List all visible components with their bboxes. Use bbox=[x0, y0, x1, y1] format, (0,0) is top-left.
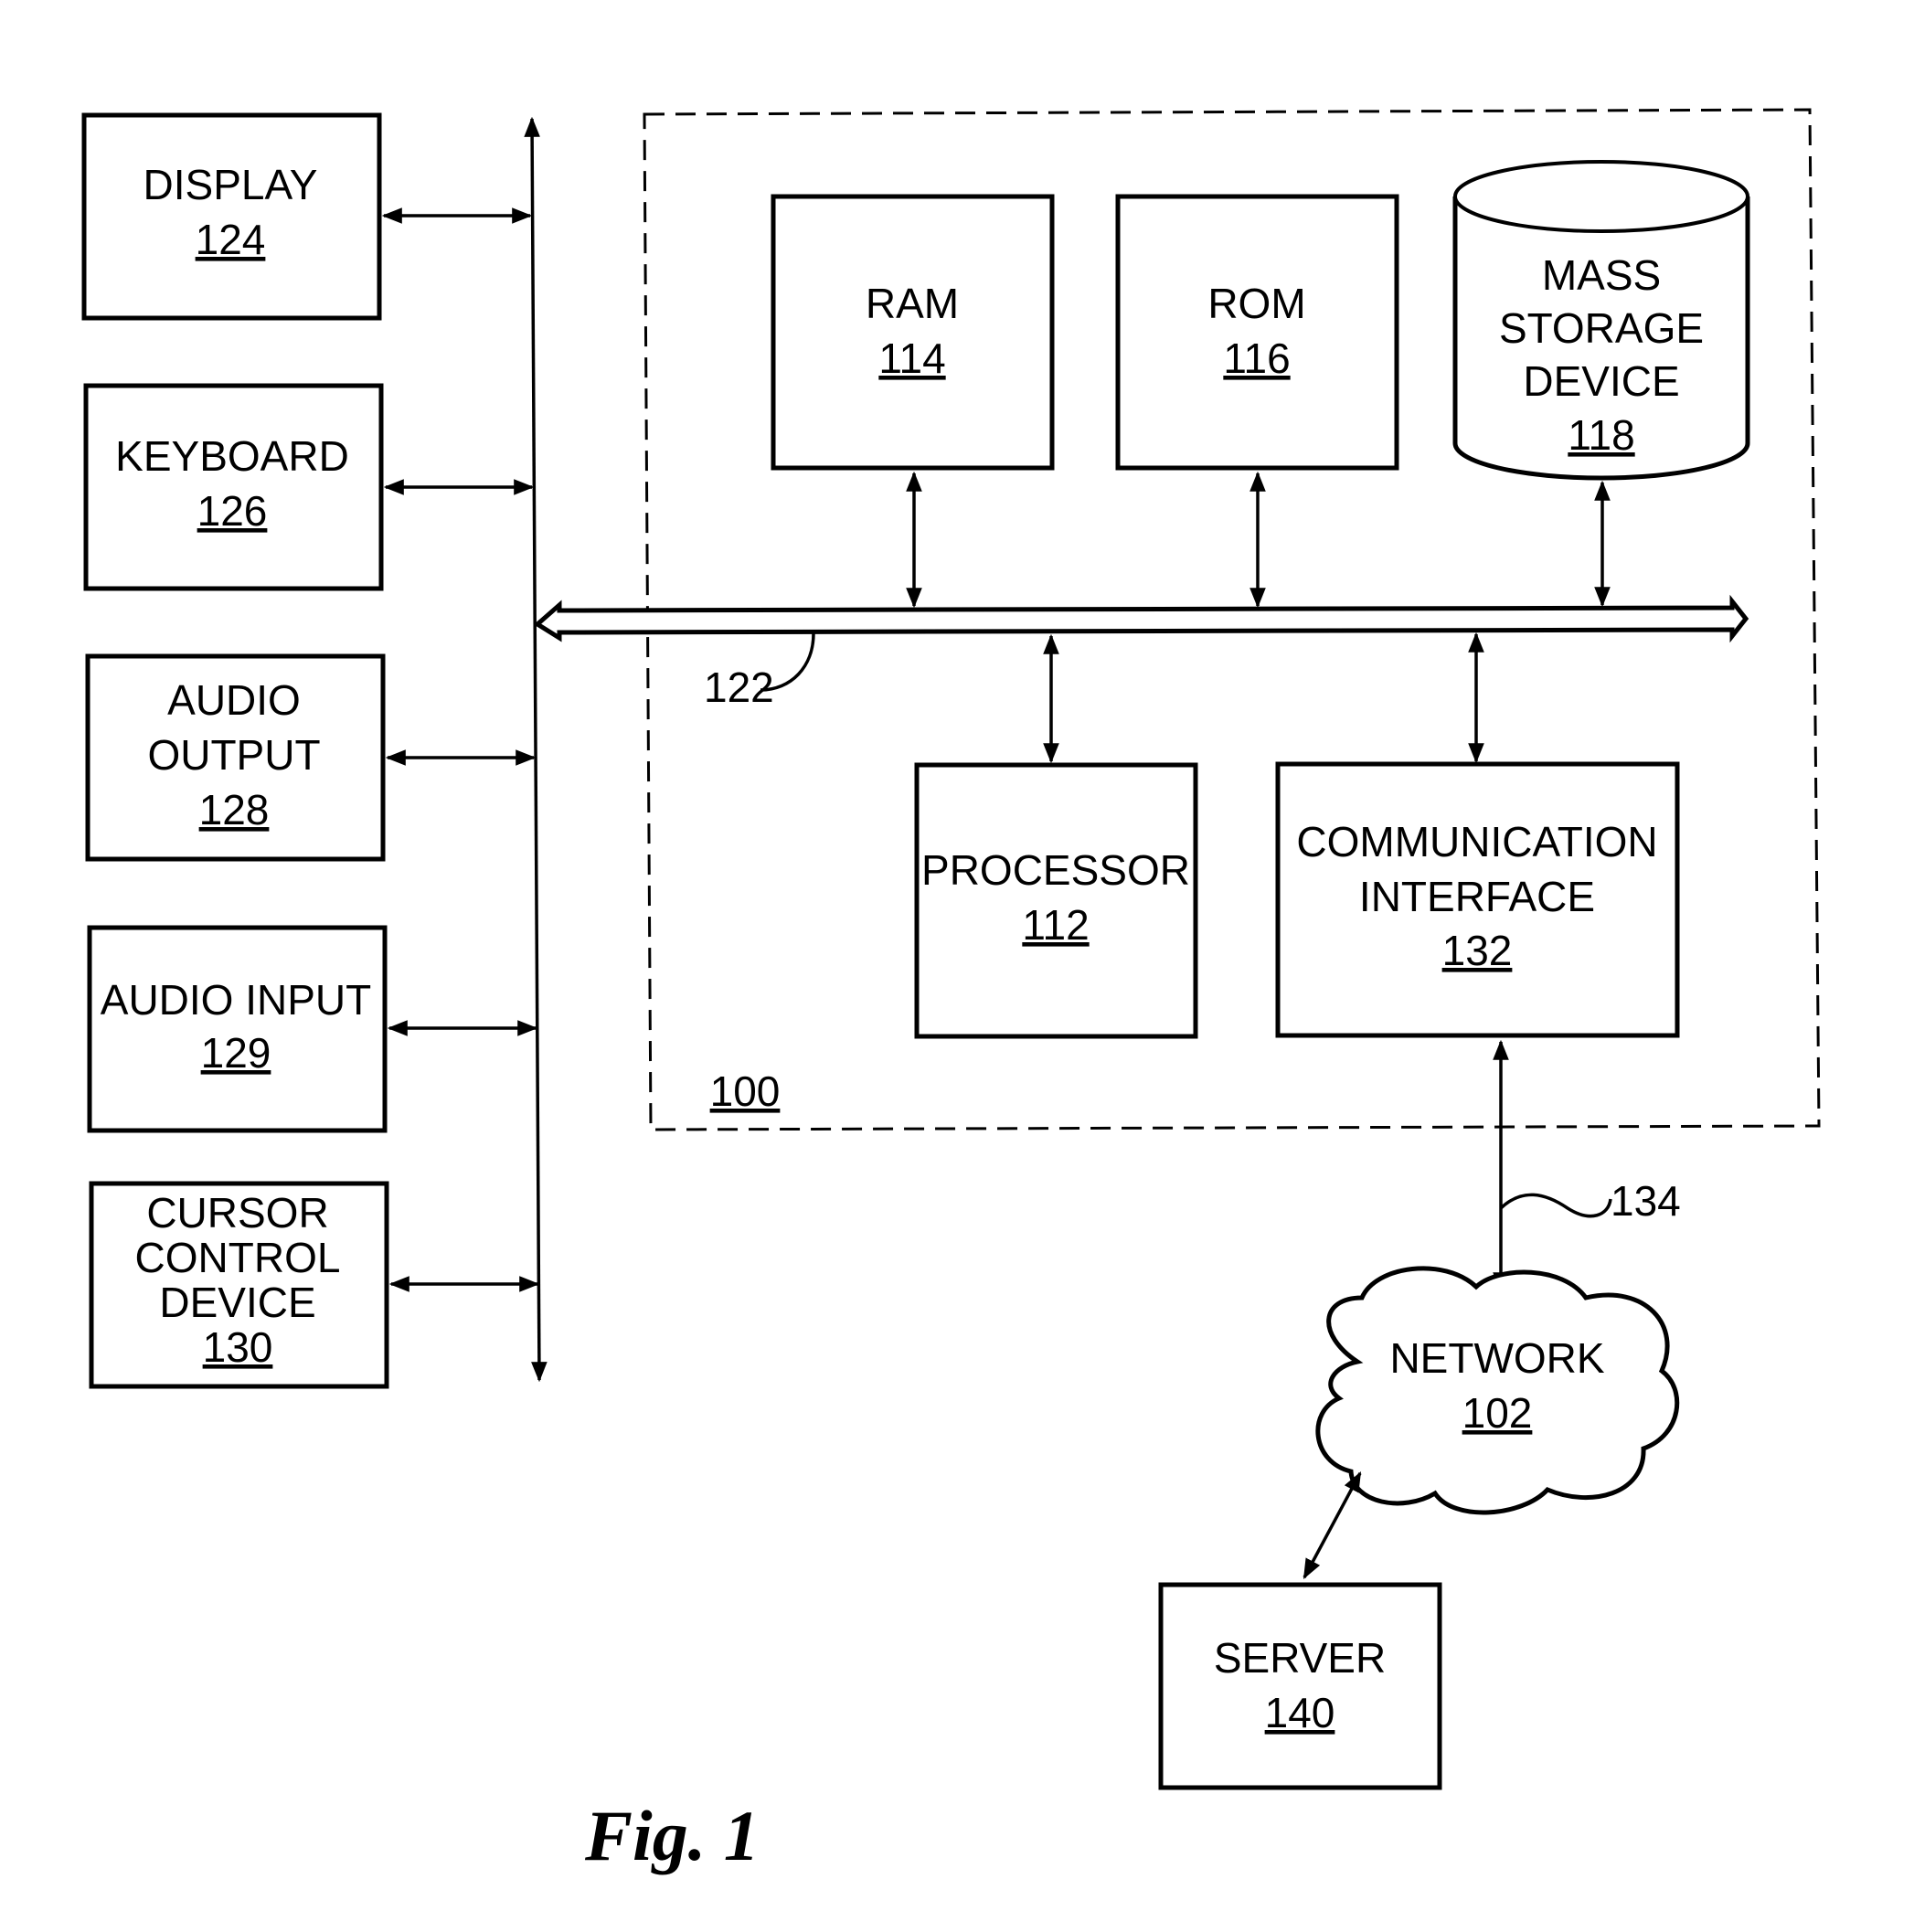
processor-label: PROCESSOR bbox=[921, 846, 1190, 894]
rom-label: ROM bbox=[1207, 280, 1305, 327]
network-cloud: NETWORK 102 bbox=[1315, 1266, 1680, 1515]
audio-output-ref: 128 bbox=[199, 786, 270, 833]
mass-storage-ref: 118 bbox=[1568, 411, 1634, 459]
ram-ref: 114 bbox=[878, 334, 945, 382]
system-bus bbox=[533, 594, 1749, 643]
block-diagram: 100 DISPLAY 124 KEYBOARD 126 AUDIO OUTPU… bbox=[81, 108, 1821, 1875]
processor-ref: 112 bbox=[1022, 901, 1089, 949]
link-ref-label: 134 bbox=[1611, 1177, 1681, 1225]
cursor-control-label-1: CURSOR bbox=[146, 1189, 328, 1237]
link-leader-line bbox=[1499, 1193, 1612, 1218]
mass-storage-label-1: MASS bbox=[1542, 251, 1661, 299]
comm-interface-label-2: INTERFACE bbox=[1359, 873, 1595, 920]
server-ref: 140 bbox=[1265, 1689, 1335, 1736]
audio-output-label-1: AUDIO bbox=[167, 676, 301, 724]
cursor-control-ref: 130 bbox=[203, 1323, 273, 1371]
comm-interface-label-1: COMMUNICATION bbox=[1296, 818, 1657, 865]
figure-caption: Fig. 1 bbox=[584, 1796, 760, 1875]
comm-interface-ref: 132 bbox=[1442, 927, 1513, 974]
audio-output-box: AUDIO OUTPUT 128 bbox=[85, 653, 386, 862]
system-ref-label: 100 bbox=[710, 1067, 781, 1115]
mass-storage-device: MASS STORAGE DEVICE 118 bbox=[1452, 160, 1750, 481]
mass-storage-label-2: STORAGE bbox=[1499, 304, 1704, 352]
keyboard-label: KEYBOARD bbox=[115, 432, 349, 480]
network-label: NETWORK bbox=[1389, 1334, 1604, 1382]
display-box: DISPLAY 124 bbox=[81, 112, 382, 321]
keyboard-box: KEYBOARD 126 bbox=[83, 383, 384, 591]
cursor-control-device-box: CURSOR CONTROL DEVICE 130 bbox=[89, 1181, 389, 1389]
ram-label: RAM bbox=[866, 280, 959, 327]
rom-box: ROM 116 bbox=[1115, 194, 1399, 471]
display-label: DISPLAY bbox=[144, 161, 318, 208]
audio-input-ref: 129 bbox=[201, 1029, 271, 1077]
cursor-control-label-3: DEVICE bbox=[159, 1279, 315, 1326]
display-ref: 124 bbox=[196, 216, 266, 263]
ram-box: RAM 114 bbox=[771, 194, 1055, 471]
audio-output-label-2: OUTPUT bbox=[147, 731, 320, 779]
rom-ref: 116 bbox=[1223, 334, 1290, 382]
mass-storage-label-3: DEVICE bbox=[1523, 357, 1679, 405]
server-label: SERVER bbox=[1214, 1634, 1386, 1682]
processor-box: PROCESSOR 112 bbox=[914, 762, 1198, 1039]
peripheral-bus-line bbox=[524, 116, 548, 1383]
cursor-control-label-2: CONTROL bbox=[135, 1234, 341, 1281]
server-link bbox=[1303, 1471, 1362, 1579]
server-box: SERVER 140 bbox=[1158, 1582, 1442, 1790]
audio-input-label: AUDIO INPUT bbox=[101, 976, 371, 1024]
audio-input-box: AUDIO INPUT 129 bbox=[87, 925, 388, 1133]
bus-ref-label: 122 bbox=[704, 663, 774, 711]
communication-interface-box: COMMUNICATION INTERFACE 132 bbox=[1275, 761, 1680, 1038]
network-ref: 102 bbox=[1462, 1389, 1533, 1437]
keyboard-ref: 126 bbox=[197, 487, 268, 535]
